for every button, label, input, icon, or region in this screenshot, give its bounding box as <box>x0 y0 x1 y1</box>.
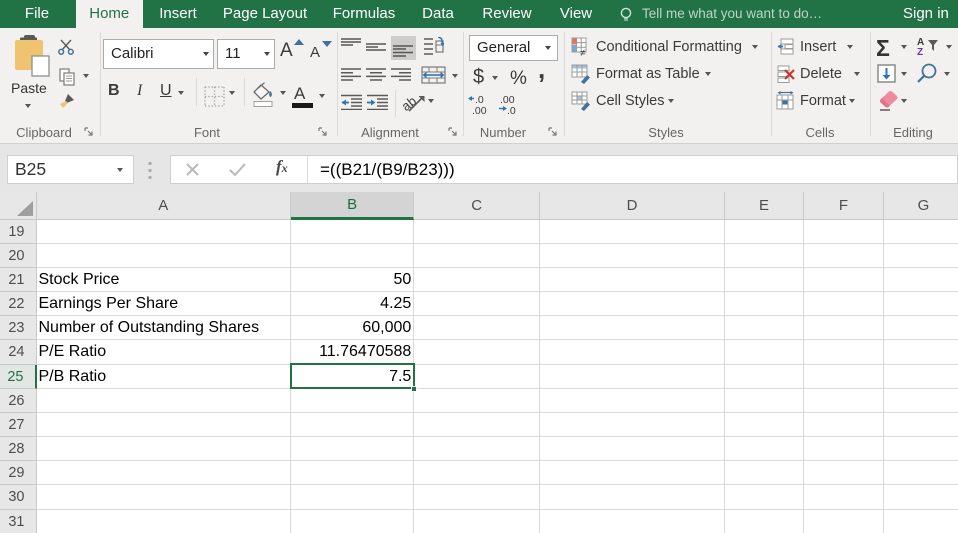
svg-text:Z: Z <box>917 47 923 56</box>
svg-text:.0: .0 <box>507 105 516 114</box>
svg-text:≠: ≠ <box>580 48 586 56</box>
svg-text:.00: .00 <box>472 105 487 114</box>
